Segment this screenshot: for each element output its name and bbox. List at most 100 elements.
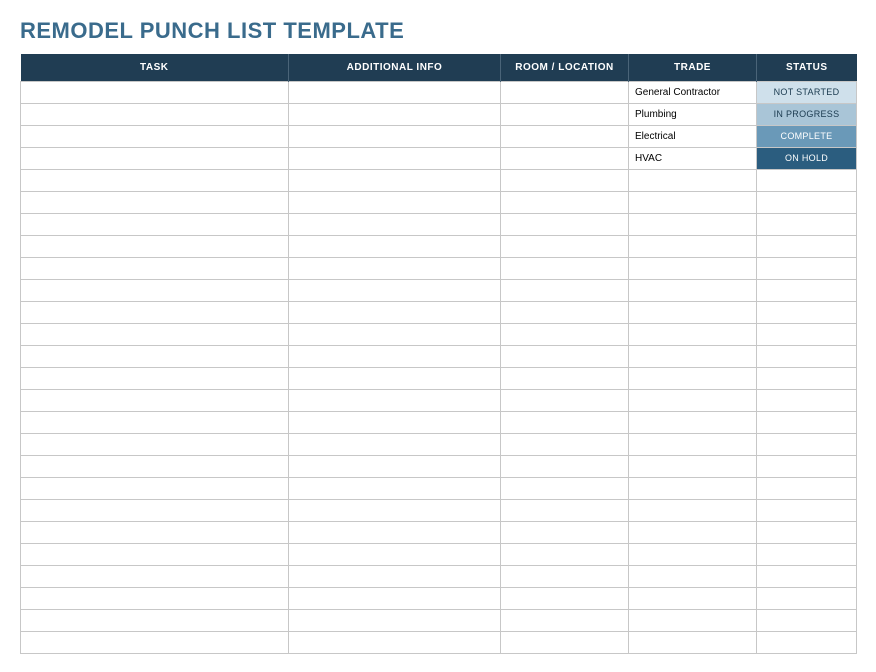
cell-additional-info[interactable] bbox=[289, 214, 501, 236]
cell-status[interactable] bbox=[757, 566, 857, 588]
cell-room-location[interactable] bbox=[501, 192, 629, 214]
cell-status[interactable] bbox=[757, 170, 857, 192]
cell-task[interactable] bbox=[21, 82, 289, 104]
cell-trade[interactable] bbox=[629, 346, 757, 368]
cell-trade[interactable] bbox=[629, 632, 757, 654]
cell-trade[interactable] bbox=[629, 522, 757, 544]
cell-room-location[interactable] bbox=[501, 280, 629, 302]
cell-status[interactable] bbox=[757, 588, 857, 610]
cell-task[interactable] bbox=[21, 126, 289, 148]
cell-trade[interactable] bbox=[629, 192, 757, 214]
cell-trade[interactable] bbox=[629, 258, 757, 280]
cell-status[interactable] bbox=[757, 632, 857, 654]
cell-status[interactable]: ON HOLD bbox=[757, 148, 857, 170]
cell-additional-info[interactable] bbox=[289, 588, 501, 610]
cell-trade[interactable] bbox=[629, 544, 757, 566]
cell-additional-info[interactable] bbox=[289, 346, 501, 368]
cell-additional-info[interactable] bbox=[289, 302, 501, 324]
cell-task[interactable] bbox=[21, 478, 289, 500]
cell-trade[interactable] bbox=[629, 324, 757, 346]
cell-additional-info[interactable] bbox=[289, 544, 501, 566]
cell-status[interactable] bbox=[757, 544, 857, 566]
cell-trade[interactable]: General Contractor bbox=[629, 82, 757, 104]
cell-status[interactable] bbox=[757, 346, 857, 368]
cell-status[interactable] bbox=[757, 302, 857, 324]
cell-task[interactable] bbox=[21, 192, 289, 214]
cell-status[interactable] bbox=[757, 522, 857, 544]
cell-trade[interactable]: Electrical bbox=[629, 126, 757, 148]
cell-additional-info[interactable] bbox=[289, 126, 501, 148]
cell-status[interactable] bbox=[757, 324, 857, 346]
cell-trade[interactable]: Plumbing bbox=[629, 104, 757, 126]
cell-task[interactable] bbox=[21, 148, 289, 170]
cell-status[interactable]: COMPLETE bbox=[757, 126, 857, 148]
cell-trade[interactable] bbox=[629, 280, 757, 302]
cell-room-location[interactable] bbox=[501, 500, 629, 522]
cell-additional-info[interactable] bbox=[289, 522, 501, 544]
cell-room-location[interactable] bbox=[501, 368, 629, 390]
cell-room-location[interactable] bbox=[501, 126, 629, 148]
cell-room-location[interactable] bbox=[501, 390, 629, 412]
cell-task[interactable] bbox=[21, 566, 289, 588]
cell-task[interactable] bbox=[21, 302, 289, 324]
cell-task[interactable] bbox=[21, 522, 289, 544]
cell-additional-info[interactable] bbox=[289, 412, 501, 434]
cell-room-location[interactable] bbox=[501, 456, 629, 478]
cell-status[interactable] bbox=[757, 280, 857, 302]
cell-task[interactable] bbox=[21, 434, 289, 456]
cell-status[interactable] bbox=[757, 412, 857, 434]
cell-trade[interactable] bbox=[629, 434, 757, 456]
cell-additional-info[interactable] bbox=[289, 632, 501, 654]
cell-task[interactable] bbox=[21, 214, 289, 236]
cell-status[interactable]: NOT STARTED bbox=[757, 82, 857, 104]
cell-room-location[interactable] bbox=[501, 214, 629, 236]
cell-task[interactable] bbox=[21, 236, 289, 258]
cell-room-location[interactable] bbox=[501, 566, 629, 588]
cell-task[interactable] bbox=[21, 280, 289, 302]
cell-task[interactable] bbox=[21, 104, 289, 126]
cell-additional-info[interactable] bbox=[289, 478, 501, 500]
cell-status[interactable] bbox=[757, 500, 857, 522]
cell-room-location[interactable] bbox=[501, 302, 629, 324]
cell-trade[interactable] bbox=[629, 390, 757, 412]
cell-status[interactable] bbox=[757, 236, 857, 258]
cell-additional-info[interactable] bbox=[289, 280, 501, 302]
cell-trade[interactable] bbox=[629, 412, 757, 434]
cell-room-location[interactable] bbox=[501, 632, 629, 654]
cell-status[interactable]: IN PROGRESS bbox=[757, 104, 857, 126]
cell-additional-info[interactable] bbox=[289, 500, 501, 522]
cell-room-location[interactable] bbox=[501, 236, 629, 258]
cell-room-location[interactable] bbox=[501, 82, 629, 104]
cell-additional-info[interactable] bbox=[289, 566, 501, 588]
cell-room-location[interactable] bbox=[501, 104, 629, 126]
cell-trade[interactable] bbox=[629, 610, 757, 632]
cell-room-location[interactable] bbox=[501, 544, 629, 566]
cell-task[interactable] bbox=[21, 258, 289, 280]
cell-status[interactable] bbox=[757, 390, 857, 412]
cell-trade[interactable] bbox=[629, 566, 757, 588]
cell-task[interactable] bbox=[21, 610, 289, 632]
cell-room-location[interactable] bbox=[501, 346, 629, 368]
cell-room-location[interactable] bbox=[501, 478, 629, 500]
cell-trade[interactable] bbox=[629, 236, 757, 258]
cell-additional-info[interactable] bbox=[289, 434, 501, 456]
cell-status[interactable] bbox=[757, 258, 857, 280]
cell-task[interactable] bbox=[21, 390, 289, 412]
cell-additional-info[interactable] bbox=[289, 104, 501, 126]
cell-task[interactable] bbox=[21, 412, 289, 434]
cell-status[interactable] bbox=[757, 192, 857, 214]
cell-room-location[interactable] bbox=[501, 324, 629, 346]
cell-task[interactable] bbox=[21, 324, 289, 346]
cell-task[interactable] bbox=[21, 368, 289, 390]
cell-room-location[interactable] bbox=[501, 522, 629, 544]
cell-task[interactable] bbox=[21, 588, 289, 610]
cell-trade[interactable] bbox=[629, 214, 757, 236]
cell-task[interactable] bbox=[21, 500, 289, 522]
cell-additional-info[interactable] bbox=[289, 236, 501, 258]
cell-trade[interactable] bbox=[629, 478, 757, 500]
cell-additional-info[interactable] bbox=[289, 368, 501, 390]
cell-room-location[interactable] bbox=[501, 610, 629, 632]
cell-task[interactable] bbox=[21, 544, 289, 566]
cell-status[interactable] bbox=[757, 610, 857, 632]
cell-room-location[interactable] bbox=[501, 434, 629, 456]
